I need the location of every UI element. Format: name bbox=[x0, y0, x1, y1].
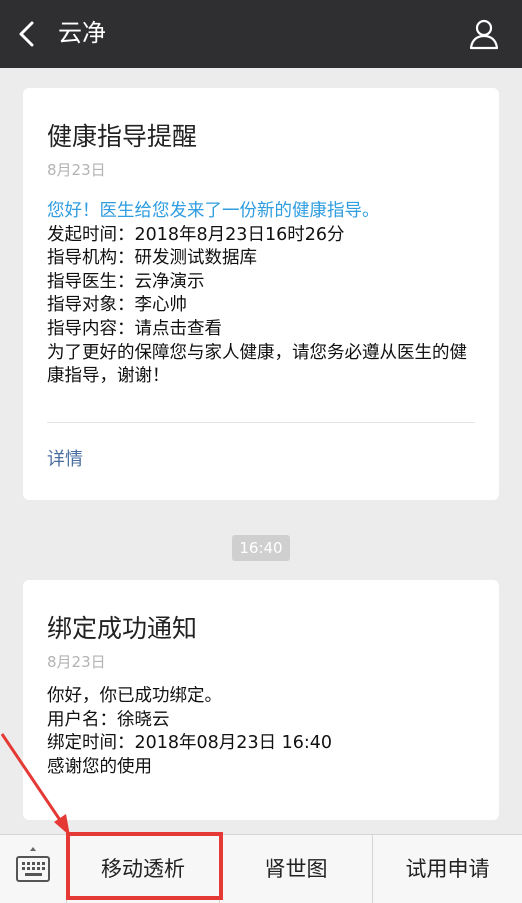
menu-item-kidney-world[interactable]: 肾世图 bbox=[219, 835, 372, 903]
message-date: 8月23日 bbox=[47, 161, 106, 179]
message-line: 发起时间：2018年8月23日16时26分 bbox=[47, 224, 345, 245]
user-icon bbox=[469, 19, 499, 50]
message-card-binding-success[interactable]: 绑定成功通知 8月23日 你好，你已成功绑定。 用户名：徐晓云 绑定时间：201… bbox=[23, 580, 499, 820]
message-line: 你好，你已成功绑定。 bbox=[47, 686, 222, 706]
message-line: 指导医生：云净演示 bbox=[47, 271, 205, 292]
keyboard-icon bbox=[16, 847, 50, 882]
message-line: 用户名：徐晓云 bbox=[47, 709, 170, 730]
message-line: 绑定时间：2018年08月23日 16:40 bbox=[47, 733, 333, 754]
message-title: 绑定成功通知 bbox=[47, 614, 198, 643]
chat-title: 云净 bbox=[58, 19, 106, 47]
annotation-highlight-box bbox=[66, 832, 223, 900]
keyboard-toggle-button[interactable] bbox=[0, 835, 66, 903]
menu-item-trial-application[interactable]: 试用申请 bbox=[372, 835, 522, 903]
message-card-health-guidance[interactable]: 健康指导提醒 8月23日 您好！医生给您发来了一份新的健康指导。 发起时间：20… bbox=[23, 88, 499, 500]
profile-button[interactable] bbox=[468, 18, 500, 50]
message-line: 指导对象：李心帅 bbox=[47, 295, 187, 316]
message-line: 指导内容：请点击查看 bbox=[47, 318, 222, 339]
annotation-arrow-icon bbox=[0, 733, 70, 836]
message-date: 8月23日 bbox=[47, 653, 106, 671]
message-title: 健康指导提醒 bbox=[47, 122, 198, 151]
back-button[interactable] bbox=[14, 20, 40, 48]
message-body: 您好！医生给您发来了一份新的健康指导。 发起时间：2018年8月23日16时26… bbox=[47, 200, 483, 389]
message-line: 指导机构：研发测试数据库 bbox=[47, 248, 257, 269]
timestamp-badge: 16:40 bbox=[232, 535, 290, 561]
top-bar: 云净 bbox=[0, 0, 522, 68]
details-link[interactable]: 详情 bbox=[47, 446, 83, 474]
message-closing: 为了更好的保障您与家人健康，请您务必遵从医生的健康指导，谢谢！ bbox=[47, 342, 467, 387]
chat-page: 云净 健康指导提醒 8月23日 您好！医生给您发来了一份新的健康指导。 发起时间… bbox=[0, 0, 522, 903]
card-divider bbox=[47, 422, 475, 423]
message-greeting: 您好！医生给您发来了一份新的健康指导。 bbox=[47, 201, 380, 221]
chevron-left-icon bbox=[19, 21, 34, 47]
message-body: 你好，你已成功绑定。 用户名：徐晓云 绑定时间：2018年08月23日 16:4… bbox=[47, 685, 483, 779]
message-line: 感谢您的使用 bbox=[47, 756, 152, 777]
